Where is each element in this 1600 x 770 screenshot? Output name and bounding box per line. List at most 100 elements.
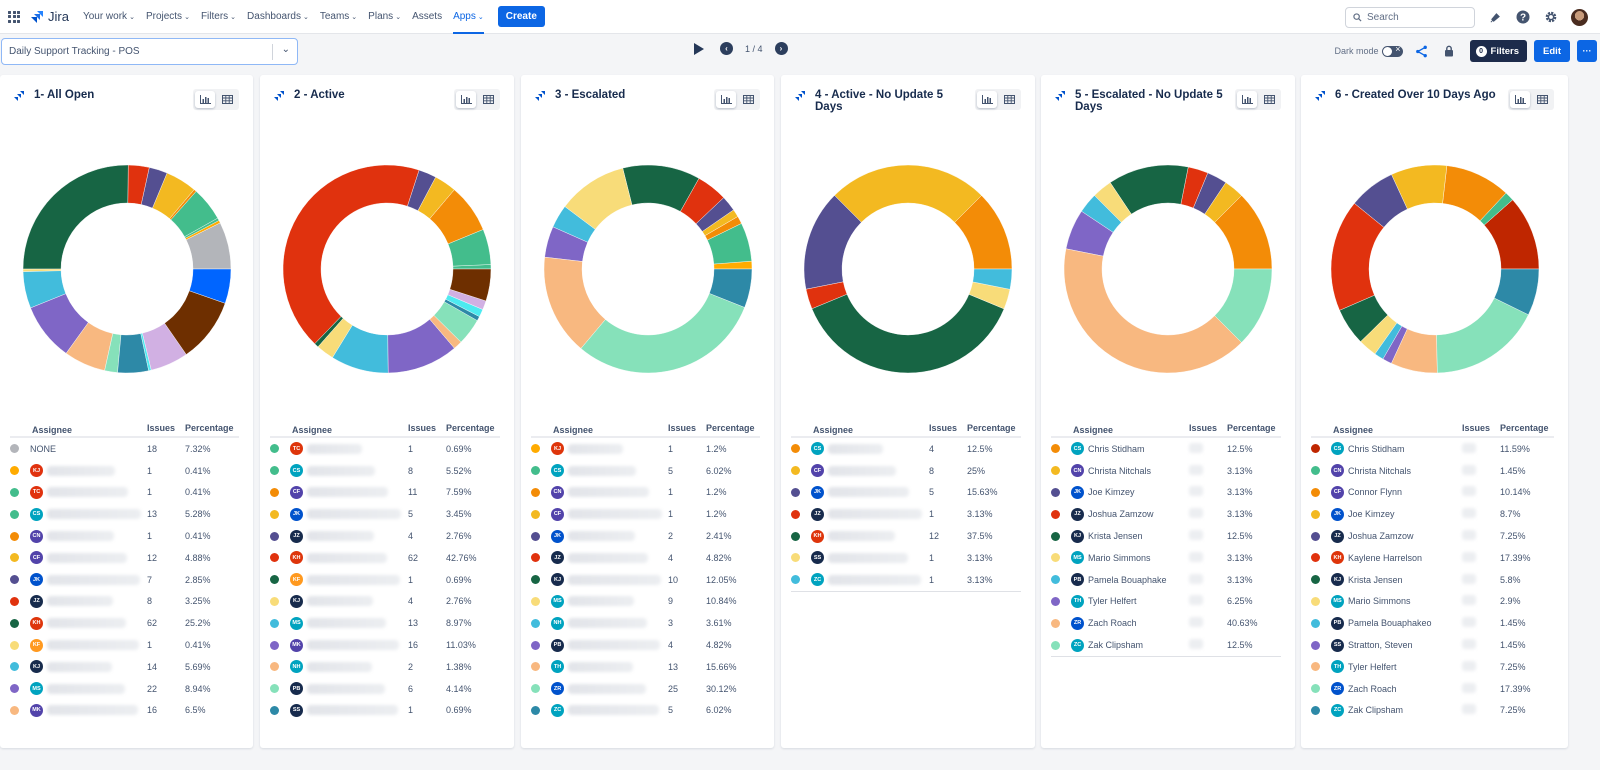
assignee-name[interactable]: Chris Stidham [1088,444,1145,454]
assignee-header[interactable]: Assignee [1071,423,1189,436]
next-page-button[interactable]: › [774,42,788,55]
issue-count[interactable]: 11 [408,487,446,497]
table-row[interactable]: MK 16 6.5% [10,700,239,722]
table-row[interactable]: KH 62 42.76% [270,547,500,569]
chart-view-button[interactable] [1510,91,1530,108]
assignee-name[interactable]: Zak Clipsham [1348,705,1403,715]
table-row[interactable]: NH 3 3.61% [531,612,760,634]
table-row[interactable]: KH Kaylene Harrelson 17.39% [1311,547,1554,569]
issue-count[interactable]: 2 [668,531,706,541]
table-row[interactable]: JZ Joshua Zamzow 7.25% [1311,525,1554,547]
nav-item-assets[interactable]: Assets [412,0,442,34]
donut-slice[interactable] [580,293,745,374]
assignee-name[interactable]: Christa Nitchals [1088,466,1151,476]
donut-slice[interactable] [834,164,982,223]
table-row[interactable]: JK Joe Kimzey 8.7% [1311,503,1554,525]
issue-count[interactable]: 1 [929,553,967,563]
table-row[interactable]: PB 6 4.14% [270,678,500,700]
app-switcher-icon[interactable] [8,10,20,23]
issue-count[interactable]: 4 [408,531,446,541]
assignee-name[interactable]: Joe Kimzey [1088,487,1135,497]
nav-item-teams[interactable]: Teams ⌄ [320,0,357,34]
previous-page-button[interactable]: ‹ [720,42,733,55]
table-row[interactable]: JK 5 15.63% [791,482,1021,504]
assignee-header[interactable]: Assignee [290,423,408,436]
issue-count[interactable]: 1 [147,487,185,497]
table-row[interactable]: TH Tyler Helfert 7.25% [1311,656,1554,678]
table-row[interactable]: KJ 1 0.41% [10,460,239,482]
chart-view-button[interactable] [456,91,476,108]
profile-avatar[interactable] [1571,8,1588,26]
issue-count[interactable]: 2 [408,662,446,672]
more-actions-button[interactable]: ··· [1577,40,1597,62]
table-row[interactable]: JK 5 3.45% [270,503,500,525]
share-icon[interactable] [1415,45,1428,58]
issue-count[interactable]: 13 [668,662,706,672]
table-row[interactable]: CS Chris Stidham 12.5% [1051,438,1281,460]
table-row[interactable]: KJ 14 5.69% [10,656,239,678]
percentage-header[interactable]: Percentage [706,423,760,436]
assignee-name[interactable]: Chris Stidham [1348,444,1405,454]
table-row[interactable]: KH 62 25.2% [10,612,239,634]
assignee-name[interactable]: Zach Roach [1348,684,1397,694]
table-row[interactable]: PB Pamela Bouaphake 3.13% [1051,569,1281,591]
table-row[interactable]: KJ Krista Jensen 12.5% [1051,525,1281,547]
table-view-button[interactable] [738,91,758,108]
table-row[interactable]: ZC 1 3.13% [791,569,1021,591]
table-row[interactable]: CF 1 1.2% [531,503,760,525]
chart-view-button[interactable] [977,91,997,108]
issue-count[interactable]: 18 [147,444,185,454]
table-row[interactable]: ZC 5 6.02% [531,700,760,722]
issue-count[interactable]: 14 [147,662,185,672]
donut-slice[interactable] [1435,297,1529,374]
issue-count[interactable]: 3 [668,618,706,628]
table-row[interactable]: CF Connor Flynn 10.14% [1311,482,1554,504]
assignee-name[interactable]: Kaylene Harrelson [1348,553,1422,563]
issue-count[interactable]: 1 [668,509,706,519]
assignee-name[interactable]: Tyler Helfert [1088,596,1137,606]
table-row[interactable]: ZR Zach Roach 17.39% [1311,678,1554,700]
issue-count[interactable]: 62 [147,618,185,628]
table-row[interactable]: JZ Joshua Zamzow 3.13% [1051,503,1281,525]
issue-count[interactable]: 12 [147,553,185,563]
table-row[interactable]: TC 1 0.41% [10,482,239,504]
table-row[interactable]: PB 4 4.82% [531,634,760,656]
table-row[interactable]: CS 8 5.52% [270,460,500,482]
donut-slice[interactable] [282,164,420,345]
dark-mode-toggle[interactable] [1381,44,1403,57]
table-row[interactable]: KJ 1 1.2% [531,438,760,460]
issue-count[interactable]: 1 [668,487,706,497]
table-row[interactable]: KF 1 0.41% [10,634,239,656]
table-row[interactable]: CN Christa Nitchals 1.45% [1311,460,1554,482]
table-view-button[interactable] [478,91,498,108]
nav-item-dashboards[interactable]: Dashboards ⌄ [247,0,309,34]
table-row[interactable]: MS 13 8.97% [270,612,500,634]
assignee-name[interactable]: Connor Flynn [1348,487,1402,497]
percentage-header[interactable]: Percentage [446,423,500,436]
issue-count[interactable]: 5 [408,509,446,519]
assignee-name[interactable]: Joshua Zamzow [1088,509,1154,519]
issue-count[interactable]: 4 [408,596,446,606]
assignee-name[interactable]: Joshua Zamzow [1348,531,1414,541]
issues-header[interactable]: Issues [929,423,967,436]
issue-count[interactable]: 13 [408,618,446,628]
assignee-name[interactable]: Pamela Bouaphake [1088,575,1167,585]
table-row[interactable]: JZ 4 4.82% [531,547,760,569]
issue-count[interactable]: 8 [408,466,446,476]
assignee-name[interactable]: Christa Nitchals [1348,466,1411,476]
issue-count[interactable]: 5 [668,705,706,715]
dashboard-selector[interactable]: Daily Support Tracking - POS ⌄ [1,38,298,65]
table-row[interactable]: JZ 8 3.25% [10,591,239,613]
issue-count[interactable]: 1 [929,509,967,519]
issue-count[interactable]: 6 [408,684,446,694]
table-view-button[interactable] [217,91,237,108]
create-button[interactable]: Create [497,6,545,27]
table-row[interactable]: ZC Zak Clipsham 12.5% [1051,634,1281,656]
donut-slice[interactable] [811,293,1005,374]
settings-button[interactable] [1543,9,1559,25]
assignee-header[interactable]: Assignee [30,423,147,436]
search-input[interactable]: Search [1345,6,1475,28]
table-row[interactable]: MS 22 8.94% [10,678,239,700]
issue-count[interactable]: 1 [408,705,446,715]
issue-count[interactable]: 62 [408,553,446,563]
